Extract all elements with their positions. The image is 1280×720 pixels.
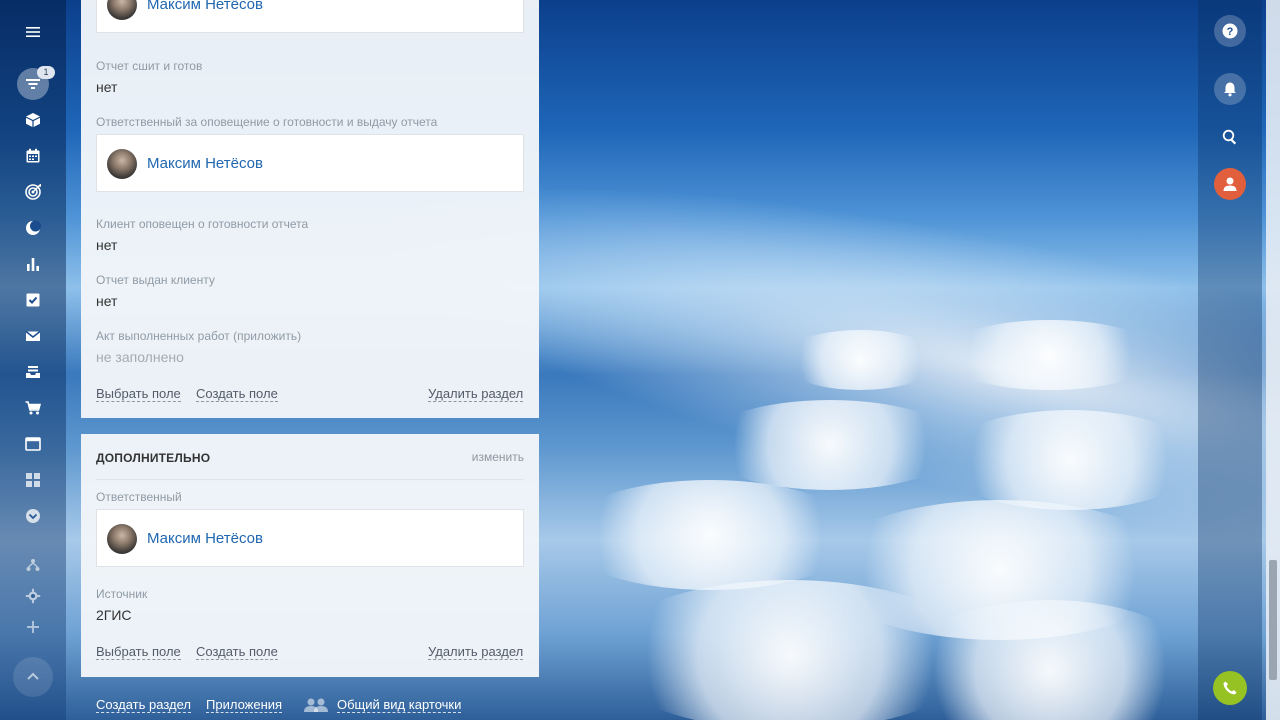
field-label: Акт выполненных работ (приложить): [96, 329, 302, 343]
field-label: Ответственный за оповещение о готовности…: [96, 115, 438, 129]
field-label: Источник: [96, 587, 148, 601]
help-icon[interactable]: ?: [1214, 15, 1246, 47]
user-icon[interactable]: [1214, 168, 1246, 200]
cube-icon[interactable]: [17, 104, 49, 136]
moon-icon[interactable]: [17, 212, 49, 244]
avatar: [107, 149, 137, 179]
person-name-link[interactable]: Максим Нетёсов: [147, 530, 263, 547]
notification-badge: 1: [37, 66, 55, 79]
cloud: [940, 320, 1160, 390]
right-rail: ?: [1198, 0, 1262, 720]
create-section-link[interactable]: Создать раздел: [96, 697, 191, 713]
calendar-icon[interactable]: [17, 140, 49, 172]
card-section-top: Максим Нетёсов Отчет сшит и готов нет От…: [81, 0, 539, 418]
field-label: Клиент оповещен о готовности отчета: [96, 217, 309, 231]
person-name-link[interactable]: Максим Нетёсов: [147, 0, 263, 13]
field-value: нет: [96, 79, 118, 95]
sitemap-icon[interactable]: [17, 549, 49, 581]
gear-icon[interactable]: [17, 580, 49, 612]
section-edit-link[interactable]: изменить: [472, 450, 524, 464]
checkbox-icon[interactable]: [17, 284, 49, 316]
divider: [96, 479, 524, 480]
cloud: [560, 480, 860, 590]
bar-chart-icon[interactable]: [17, 248, 49, 280]
menu-icon[interactable]: [17, 16, 49, 48]
mail-icon[interactable]: [17, 320, 49, 352]
people-icon: [303, 697, 329, 713]
person-box: Максим Нетёсов: [96, 134, 524, 192]
scrollbar-thumb[interactable]: [1269, 560, 1277, 680]
create-field-link[interactable]: Создать поле: [196, 644, 278, 660]
delete-section-link[interactable]: Удалить раздел: [428, 644, 524, 660]
field-label: Отчет сшит и готов: [96, 59, 203, 73]
create-field-link[interactable]: Создать поле: [196, 386, 278, 402]
field-value: нет: [96, 293, 118, 309]
svg-text:?: ?: [1227, 26, 1234, 38]
card-view-link[interactable]: Общий вид карточки: [337, 697, 462, 713]
grid-icon[interactable]: [17, 464, 49, 496]
card-section-additional: ДОПОЛНИТЕЛЬНО изменить Ответственный Мак…: [81, 434, 539, 677]
person-name-link[interactable]: Максим Нетёсов: [147, 155, 263, 172]
field-value-empty: не заполнено: [96, 349, 184, 365]
scroll-up-button[interactable]: [13, 657, 53, 697]
field-value: нет: [96, 237, 118, 253]
filter-icon[interactable]: 1: [17, 66, 55, 100]
delete-section-link[interactable]: Удалить раздел: [428, 386, 524, 402]
field-label: Ответственный: [96, 490, 182, 504]
cloud: [940, 410, 1200, 510]
plus-icon[interactable]: [17, 611, 49, 643]
person-box: Максим Нетёсов: [96, 0, 524, 33]
field-label: Отчет выдан клиенту: [96, 273, 215, 287]
window-icon[interactable]: [17, 428, 49, 460]
applications-link[interactable]: Приложения: [206, 697, 283, 713]
field-value: 2ГИС: [96, 607, 132, 623]
section-title: ДОПОЛНИТЕЛЬНО: [96, 451, 211, 465]
select-field-link[interactable]: Выбрать поле: [96, 644, 181, 660]
cloud: [780, 330, 940, 390]
left-sidebar: 1: [0, 0, 66, 720]
search-icon[interactable]: [1214, 121, 1246, 153]
phone-icon[interactable]: [1213, 671, 1247, 705]
page-scrollbar[interactable]: [1266, 0, 1280, 720]
person-box: Максим Нетёсов: [96, 509, 524, 567]
bell-icon[interactable]: [1214, 73, 1246, 105]
target-icon[interactable]: [17, 176, 49, 208]
inbox-tray-icon[interactable]: [17, 356, 49, 388]
cloud: [700, 400, 960, 490]
select-field-link[interactable]: Выбрать поле: [96, 386, 181, 402]
cart-icon[interactable]: [17, 392, 49, 424]
avatar: [107, 0, 137, 20]
avatar: [107, 524, 137, 554]
chevron-down-circle-icon[interactable]: [17, 500, 49, 532]
